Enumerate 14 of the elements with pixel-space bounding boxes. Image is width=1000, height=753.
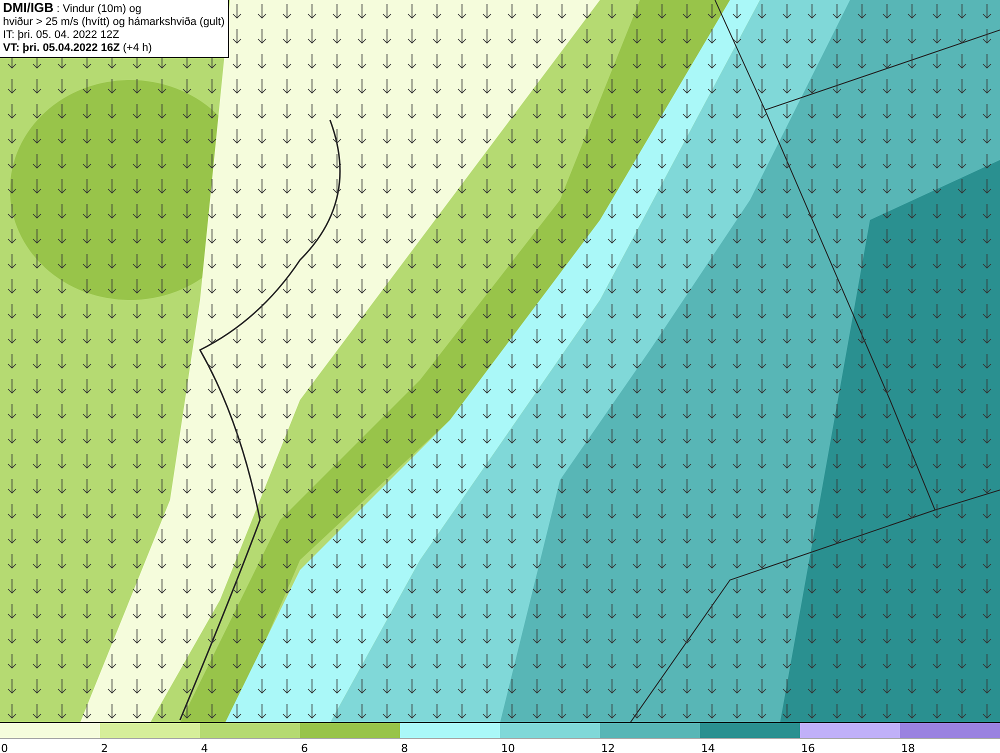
legend-tick-label: 16: [800, 742, 815, 753]
title-line: VT: þri. 05.04.2022 16Z (+4 h): [3, 42, 153, 55]
legend-tick-label: 0: [0, 742, 8, 753]
legend-tick-label: 8: [400, 742, 408, 753]
legend-tick-label: 10: [500, 742, 515, 753]
title-line: DMI/IGB : Vindur (10m) og: [3, 1, 142, 16]
legend-tick-label: 2: [100, 742, 108, 753]
legend-tick-label: 12: [600, 742, 615, 753]
legend-tick-label: 18: [900, 742, 915, 753]
title-line: hviður > 25 m/s (hvítt) og hámarkshviða (gult): [3, 16, 225, 29]
legend-tick-label: 6: [300, 742, 308, 753]
legend-tick-label: 4: [200, 742, 208, 753]
title-line: IT: þri. 05. 04. 2022 12Z: [3, 29, 120, 42]
legend-tick-label: 14: [700, 742, 715, 753]
